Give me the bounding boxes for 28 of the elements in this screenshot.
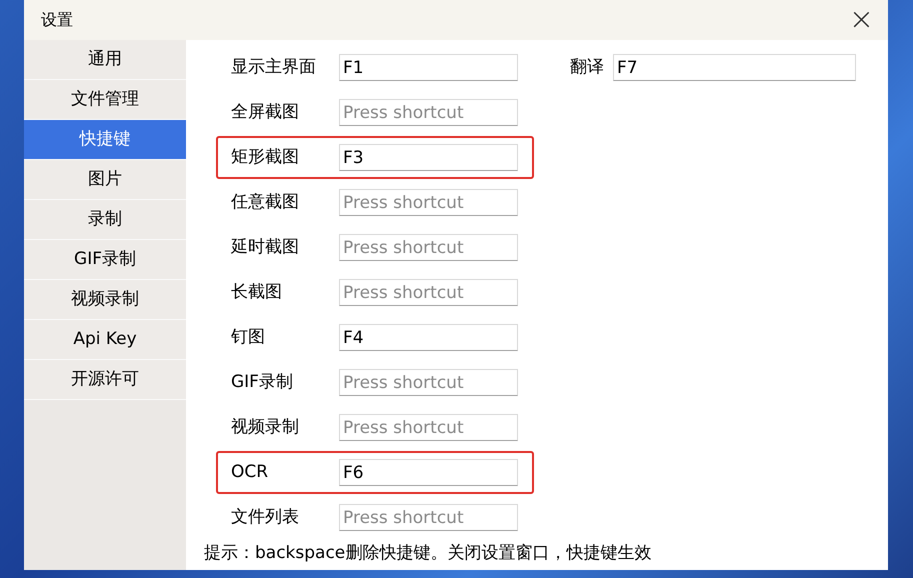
shortcut-field[interactable]: F1 bbox=[339, 54, 518, 81]
shortcut-label: 矩形截图 bbox=[231, 146, 300, 169]
close-button[interactable]: × bbox=[848, 5, 874, 35]
shortcut-label: 长截图 bbox=[231, 280, 283, 304]
shortcut-label: 文件列表 bbox=[231, 506, 300, 529]
shortcut-field[interactable]: Press shortcut bbox=[339, 99, 518, 126]
shortcut-field[interactable]: Press shortcut bbox=[339, 279, 518, 306]
shortcut-label: OCR bbox=[231, 460, 270, 484]
shortcut-label: 翻译 bbox=[570, 56, 605, 79]
hint-text: 提示：backspace删除快捷键。关闭设置窗口，快捷键生效 bbox=[204, 542, 652, 565]
shortcut-field[interactable]: Press shortcut bbox=[339, 414, 518, 441]
shortcut-field[interactable]: Press shortcut bbox=[339, 369, 518, 396]
shortcut-label: 延时截图 bbox=[231, 236, 300, 259]
window-title: 设置 bbox=[41, 9, 73, 31]
shortcut-label: 任意截图 bbox=[231, 190, 300, 214]
shortcut-label: 钉图 bbox=[231, 326, 266, 349]
shortcut-field[interactable]: Press shortcut bbox=[339, 189, 518, 216]
shortcut-field[interactable]: F3 bbox=[339, 144, 518, 171]
shortcut-field[interactable]: F7 bbox=[613, 54, 856, 81]
shortcut-field[interactable]: Press shortcut bbox=[339, 234, 518, 261]
shortcut-label: 显示主界面 bbox=[231, 56, 317, 79]
shortcut-label: 视频录制 bbox=[231, 416, 300, 439]
sidebar-item[interactable]: 快捷键 bbox=[24, 120, 186, 160]
shortcut-field[interactable]: F6 bbox=[339, 459, 518, 486]
shortcut-label: 全屏截图 bbox=[231, 100, 300, 124]
shortcut-label: GIF录制 bbox=[231, 370, 294, 394]
shortcut-field[interactable]: Press shortcut bbox=[339, 504, 518, 531]
shortcut-field[interactable]: F4 bbox=[339, 324, 518, 351]
